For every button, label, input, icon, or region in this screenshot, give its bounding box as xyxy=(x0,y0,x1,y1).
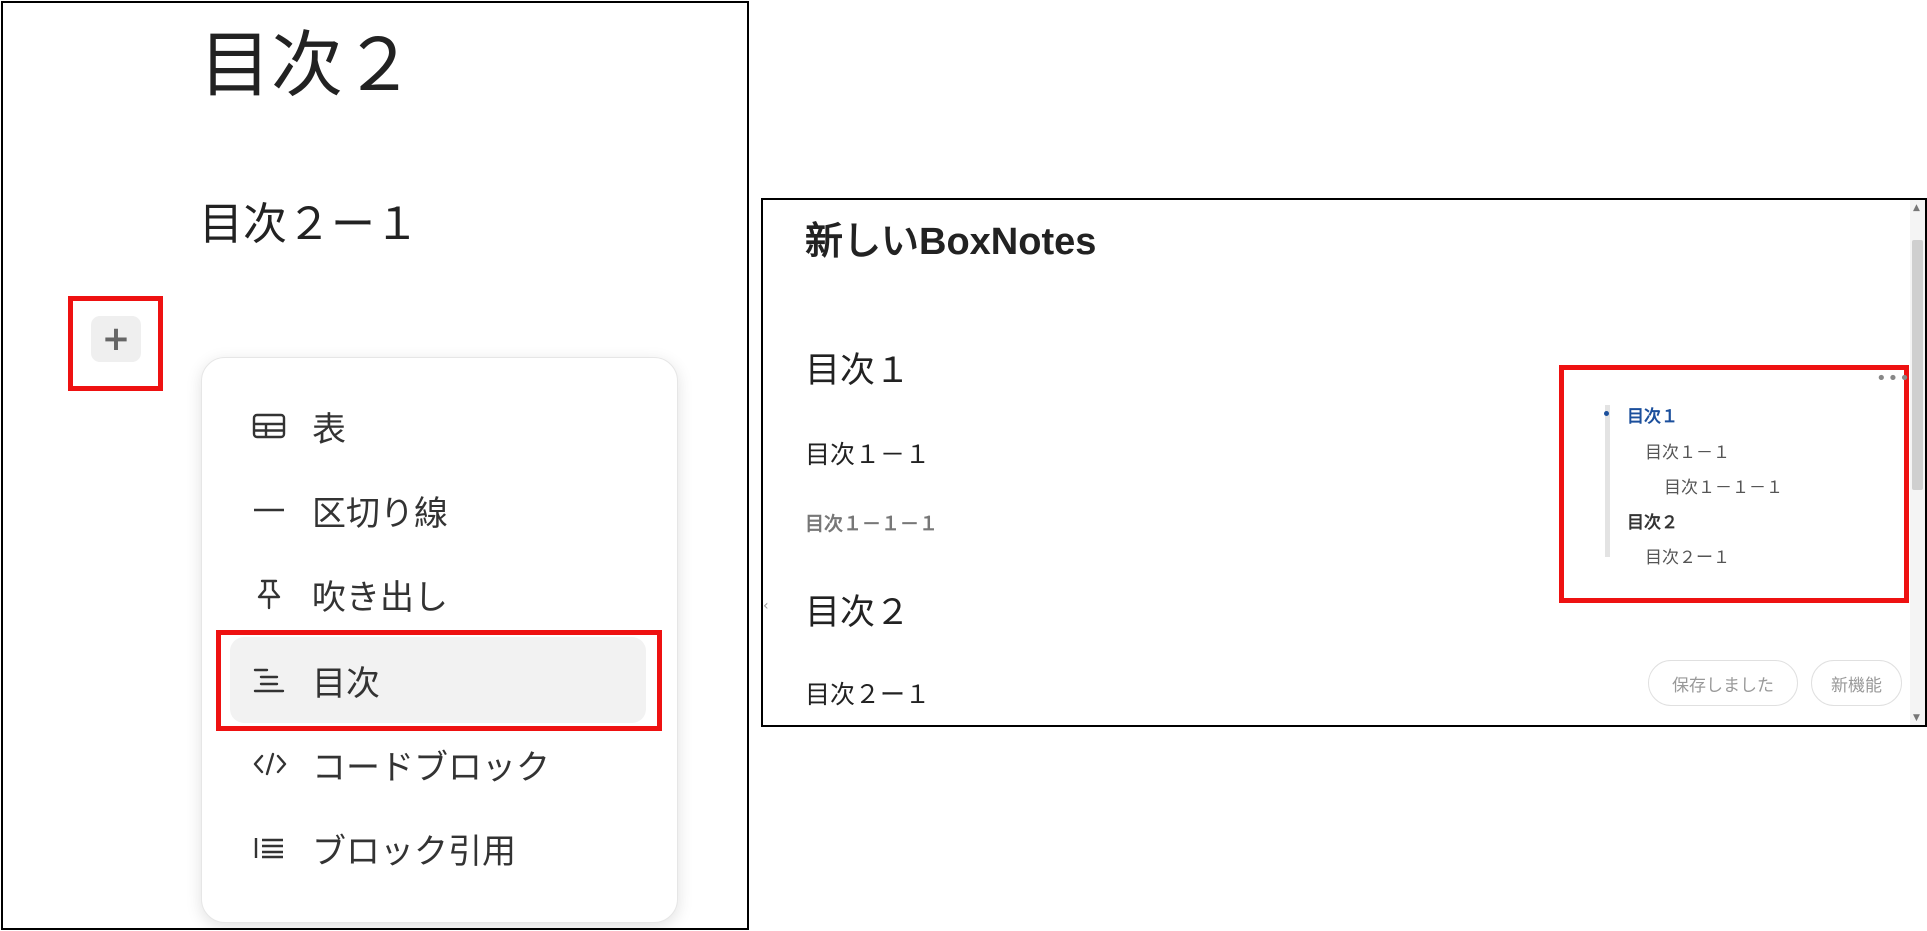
outline-item-current[interactable]: 目次１ xyxy=(1627,402,1678,427)
document-title[interactable]: 新しいBoxNotes xyxy=(805,210,1096,265)
whats-new-button[interactable]: 新機能 xyxy=(1811,660,1902,706)
collapse-handle-icon[interactable]: ‹ xyxy=(763,598,769,614)
doc-heading-1[interactable]: 目次１ xyxy=(805,342,910,393)
outline-item[interactable]: 目次１－１－１ xyxy=(1664,473,1783,498)
menu-item-label: 吹き出し xyxy=(312,577,448,618)
menu-item-table[interactable]: 表 xyxy=(230,383,646,469)
plus-icon: + xyxy=(101,319,131,359)
menu-item-code-block[interactable]: コードブロック xyxy=(230,721,646,807)
divider-icon xyxy=(230,497,300,523)
blockquote-icon xyxy=(230,835,300,861)
code-icon xyxy=(230,751,300,777)
outline-item[interactable]: 目次２ー１ xyxy=(1645,543,1730,568)
editor-panel-right: 新しいBoxNotes 目次１ 目次１－１ 目次１－１－１ 目次２ 目次２ー１ … xyxy=(761,198,1927,727)
doc-heading-1[interactable]: 目次２ xyxy=(805,584,910,635)
saved-status-badge: 保存しました xyxy=(1648,660,1798,706)
table-icon xyxy=(230,413,300,439)
heading-1[interactable]: 目次２ xyxy=(199,29,415,101)
menu-item-label: コードブロック xyxy=(312,747,550,788)
scrollbar-thumb[interactable] xyxy=(1912,240,1923,490)
scroll-down-arrow-icon[interactable]: ▼ xyxy=(1913,714,1920,723)
doc-heading-2[interactable]: 目次２ー１ xyxy=(805,675,930,711)
doc-heading-2[interactable]: 目次１－１ xyxy=(805,435,930,471)
outline-rail xyxy=(1605,405,1610,557)
scroll-up-arrow-icon[interactable]: ▲ xyxy=(1913,204,1920,213)
outline-item[interactable]: 目次２ xyxy=(1627,508,1678,533)
menu-item-label: 表 xyxy=(312,409,346,450)
current-position-indicator xyxy=(1604,411,1609,416)
menu-item-divider[interactable]: 区切り線 xyxy=(230,467,646,553)
menu-item-blockquote[interactable]: ブロック引用 xyxy=(230,805,646,891)
menu-item-callout[interactable]: 吹き出し xyxy=(230,551,646,637)
more-options-icon[interactable]: ••• xyxy=(1876,368,1911,389)
menu-item-label: ブロック引用 xyxy=(312,831,516,872)
add-block-button[interactable]: + xyxy=(91,316,141,362)
heading-2[interactable]: 目次２ー１ xyxy=(199,203,419,247)
highlight-box-toc-item xyxy=(216,630,662,731)
outline-item[interactable]: 目次１－１ xyxy=(1645,438,1730,463)
doc-heading-3[interactable]: 目次１－１－１ xyxy=(805,509,938,536)
menu-item-label: 区切り線 xyxy=(312,493,448,534)
pin-icon xyxy=(230,578,300,610)
editor-panel-left: 目次２ 目次２ー１ + 表 区切り線 吹き出し 目次 コードブロック ブロック引… xyxy=(1,1,749,930)
